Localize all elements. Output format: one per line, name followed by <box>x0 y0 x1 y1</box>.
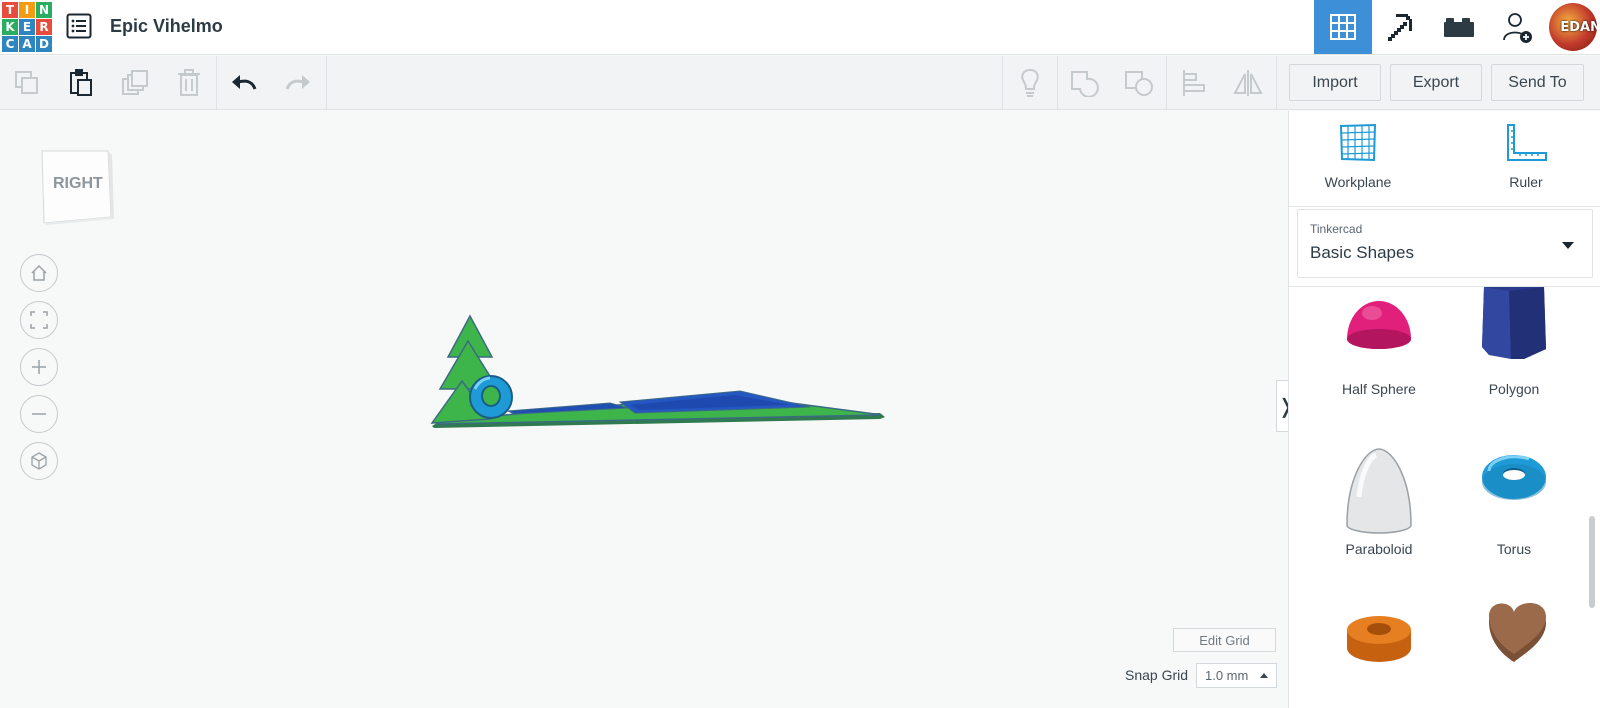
undo-icon[interactable] <box>217 56 271 110</box>
add-user-icon[interactable] <box>1488 0 1546 54</box>
half-sphere-icon <box>1347 301 1411 349</box>
edit-toolbar: Import Export Send To <box>0 56 1600 110</box>
polygon-icon <box>1482 287 1546 359</box>
caret-up-icon <box>1260 673 1268 678</box>
tinkercad-logo[interactable]: T I N K E R C A D <box>0 0 54 54</box>
import-button[interactable]: Import <box>1289 64 1381 101</box>
grid-icon[interactable] <box>1314 0 1372 54</box>
shape-library-dropdown[interactable]: Tinkercad Basic Shapes <box>1297 209 1593 278</box>
view-cube[interactable]: RIGHT <box>38 147 114 227</box>
top-bar: T I N K E R C A D Epic Vihelmo EDAN <box>0 0 1600 55</box>
duplicate-icon[interactable] <box>108 56 162 110</box>
mirror-icon[interactable] <box>1221 56 1275 110</box>
workplane-viewport[interactable]: RIGHT Edit Grid Snap Grid 1.0 mm ❭ <box>0 111 1295 708</box>
shape-label: Torus <box>1496 541 1532 557</box>
perspective-icon[interactable] <box>20 442 58 480</box>
trash-icon[interactable] <box>162 56 216 110</box>
copy-icon[interactable] <box>0 56 54 110</box>
workplane-button[interactable]: Workplane <box>1303 123 1413 190</box>
scene-model[interactable] <box>430 311 900 431</box>
logo-letter: T <box>2 2 18 18</box>
library-value: Basic Shapes <box>1310 243 1414 262</box>
zoom-in-icon[interactable] <box>20 348 58 386</box>
logo-letter: K <box>2 19 18 35</box>
torus-icon <box>1482 455 1546 500</box>
paraboloid-icon <box>1346 448 1412 534</box>
shape-label: Polygon <box>1488 381 1540 397</box>
group-icon[interactable] <box>1058 56 1112 110</box>
ungroup-icon[interactable] <box>1112 56 1166 110</box>
send-to-button[interactable]: Send To <box>1491 64 1584 101</box>
chevron-down-icon <box>1562 242 1574 249</box>
workplane-label: Workplane <box>1324 174 1392 190</box>
snap-grid-value: 1.0 mm <box>1205 668 1249 683</box>
logo-letter: R <box>36 19 52 35</box>
avatar-text: EDAN <box>1560 19 1597 35</box>
home-view-icon[interactable] <box>20 254 58 292</box>
zoom-out-icon[interactable] <box>20 395 58 433</box>
shape-label: Paraboloid <box>1345 541 1413 557</box>
shape-tube[interactable] <box>1314 592 1444 708</box>
design-title[interactable]: Epic Vihelmo <box>110 16 223 37</box>
avatar[interactable]: EDAN <box>1546 0 1600 54</box>
fit-view-icon[interactable] <box>20 301 58 339</box>
edit-grid-button[interactable]: Edit Grid <box>1173 628 1276 652</box>
shape-torus[interactable]: Torus <box>1449 437 1579 587</box>
pickaxe-icon[interactable] <box>1372 0 1430 54</box>
paste-icon[interactable] <box>54 56 108 110</box>
shape-half-sphere[interactable]: Half Sphere <box>1314 287 1444 429</box>
shape-label: Half Sphere <box>1342 381 1416 397</box>
ruler-icon <box>1507 124 1547 161</box>
view-cube-label: RIGHT <box>53 175 103 192</box>
brick-icon[interactable] <box>1430 0 1488 54</box>
redo-icon[interactable] <box>271 56 325 110</box>
logo-letter: I <box>19 2 35 18</box>
lightbulb-icon[interactable] <box>1003 56 1057 110</box>
tube-icon <box>1347 616 1411 662</box>
logo-letter: C <box>2 36 18 52</box>
logo-letter: A <box>19 36 35 52</box>
snap-grid-label: Snap Grid <box>1125 667 1189 683</box>
shapes-scrollbar[interactable] <box>1589 516 1595 608</box>
design-list-icon[interactable] <box>66 13 92 39</box>
workplane-icon <box>1339 123 1377 162</box>
shape-paraboloid[interactable]: Paraboloid <box>1314 437 1444 587</box>
align-icon[interactable] <box>1167 56 1221 110</box>
heart-icon <box>1489 602 1547 662</box>
logo-letter: D <box>36 36 52 52</box>
export-button[interactable]: Export <box>1390 64 1482 101</box>
library-category: Tinkercad <box>1310 222 1363 236</box>
shapes-grid: Half Sphere Polygon Paraboloid Torus <box>1289 286 1600 708</box>
shape-heart[interactable] <box>1449 592 1579 708</box>
ruler-label: Ruler <box>1509 174 1543 190</box>
logo-letter: N <box>36 2 52 18</box>
ruler-button[interactable]: Ruler <box>1471 123 1581 190</box>
logo-letter: E <box>19 19 35 35</box>
shape-polygon[interactable]: Polygon <box>1449 287 1579 429</box>
snap-grid-select[interactable]: 1.0 mm <box>1196 663 1277 688</box>
shapes-panel: Workplane Ruler Tinkercad Basic Shapes H… <box>1288 111 1600 708</box>
